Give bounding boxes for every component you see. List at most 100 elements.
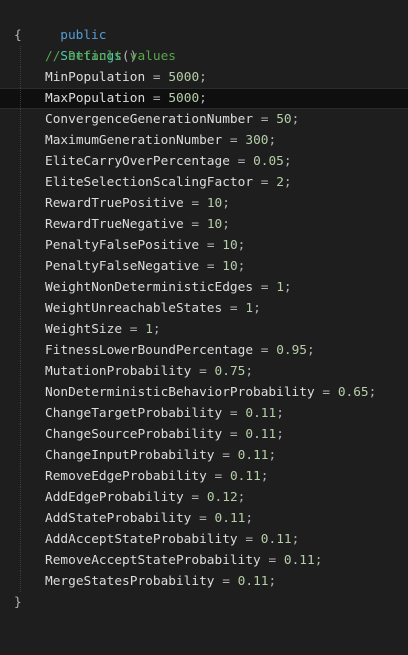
assignment-operator: = <box>322 385 331 400</box>
indent-guide <box>20 88 21 109</box>
code-line-assignment[interactable]: WeightNonDeterministicEdges = 1; <box>0 277 408 298</box>
setting-value: 10 <box>206 196 223 211</box>
indent-guide <box>20 319 21 340</box>
indent-guide <box>20 130 21 151</box>
indent-guide <box>20 361 21 382</box>
code-line-assignment[interactable]: PenaltyFalseNegative = 10; <box>0 256 408 277</box>
indent-guide <box>20 46 21 67</box>
setting-name: EliteCarryOverPercentage <box>45 154 230 169</box>
assignment-operator: = <box>268 553 277 568</box>
indent-guide <box>20 193 21 214</box>
code-line-assignment[interactable]: FitnessLowerBoundPercentage = 0.95; <box>0 340 408 361</box>
indent-guide <box>20 298 21 319</box>
setting-value: 1 <box>245 301 254 316</box>
statement-terminator: ; <box>199 70 207 85</box>
setting-name: MaxPopulation <box>45 91 146 106</box>
indent-guide <box>20 487 21 508</box>
code-editor[interactable]: public Settings() { // Default values Mi… <box>0 4 408 614</box>
assignment-operator: = <box>260 343 269 358</box>
code-line-assignment[interactable]: RemoveEdgeProbability = 0.11; <box>0 466 408 487</box>
indent-guide <box>20 151 21 172</box>
close-brace: } <box>14 595 22 610</box>
code-line-comment[interactable]: // Default values <box>0 46 408 67</box>
indent-guide <box>20 424 21 445</box>
code-line-assignment[interactable]: RewardTrueNegative = 10; <box>0 214 408 235</box>
assignment-operator: = <box>206 238 215 253</box>
assignment-operator: = <box>229 301 238 316</box>
statement-terminator: ; <box>276 427 284 442</box>
setting-name: WeightUnreachableStates <box>45 301 223 316</box>
setting-value: 5000 <box>168 70 200 85</box>
indent-guide <box>20 403 21 424</box>
statement-terminator: ; <box>260 469 269 484</box>
indent-guide <box>20 277 21 298</box>
code-line-assignment[interactable]: ConvergenceGenerationNumber = 50; <box>0 109 408 130</box>
setting-name: NonDeterministicBehaviorProbability <box>45 385 315 400</box>
setting-name: RewardTrueNegative <box>45 217 184 232</box>
indent-guide <box>20 340 21 361</box>
code-line-assignment[interactable]: RewardTruePositive = 10; <box>0 193 408 214</box>
setting-value: 10 <box>222 259 238 274</box>
code-line-assignment[interactable]: MaximumGenerationNumber = 300; <box>0 130 408 151</box>
code-line-assignment[interactable]: WeightUnreachableStates = 1; <box>0 298 408 319</box>
code-line-assignment[interactable]: EliteCarryOverPercentage = 0.05; <box>0 151 408 172</box>
code-line-assignment[interactable]: MergeStatesProbability = 0.11; <box>0 571 408 592</box>
code-line-signature[interactable]: public Settings() <box>0 4 408 64</box>
code-line-assignment[interactable]: AddAcceptStateProbability = 0.11; <box>0 529 408 550</box>
setting-name: AddAcceptStateProbability <box>45 532 238 547</box>
assignment-operator: = <box>199 511 207 526</box>
code-line-assignment[interactable]: MaxPopulation = 5000; <box>0 88 408 109</box>
code-line-assignment[interactable]: RemoveAcceptStateProbability = 0.11; <box>0 550 408 571</box>
code-line-assignment[interactable]: MutationProbability = 0.75; <box>0 361 408 382</box>
code-line-assignment[interactable]: ChangeSourceProbability = 0.11; <box>0 424 408 445</box>
setting-value: 2 <box>276 175 284 190</box>
code-line-assignment[interactable]: MinPopulation = 5000; <box>0 67 408 88</box>
code-line-assignment[interactable]: AddEdgeProbability = 0.12; <box>0 487 408 508</box>
code-line-close-brace[interactable]: } <box>0 592 408 613</box>
code-line-open-brace[interactable]: { <box>0 25 408 46</box>
setting-name: FitnessLowerBoundPercentage <box>45 343 254 358</box>
statement-terminator: ; <box>291 112 300 127</box>
setting-name: MinPopulation <box>45 70 146 85</box>
assignment-operator: = <box>206 259 215 274</box>
assignment-operator: = <box>152 70 161 85</box>
statement-terminator: ; <box>199 91 207 106</box>
code-line-assignment[interactable]: EliteSelectionScalingFactor = 2; <box>0 172 408 193</box>
setting-value: 300 <box>245 133 269 148</box>
setting-value: 5000 <box>168 91 200 106</box>
setting-name: ChangeTargetProbability <box>45 406 223 421</box>
indent-guide <box>20 445 21 466</box>
statement-terminator: ; <box>283 175 292 190</box>
setting-value: 0.11 <box>237 574 269 589</box>
code-line-assignment[interactable]: WeightSize = 1; <box>0 319 408 340</box>
assignment-operator: = <box>152 91 161 106</box>
assignment-operator: = <box>129 322 138 337</box>
setting-name: ChangeSourceProbability <box>45 427 223 442</box>
assignment-operator: = <box>229 133 238 148</box>
assignment-operator: = <box>222 574 230 589</box>
setting-value: 0.11 <box>283 553 315 568</box>
setting-value: 0.11 <box>229 469 261 484</box>
code-line-assignment[interactable]: PenaltyFalsePositive = 10; <box>0 235 408 256</box>
indent-guide <box>20 256 21 277</box>
assignment-operator: = <box>229 427 238 442</box>
code-line-assignment[interactable]: NonDeterministicBehaviorProbability = 0.… <box>0 382 408 403</box>
setting-value: 0.11 <box>214 511 246 526</box>
setting-value: 0.75 <box>214 364 246 379</box>
setting-name: MergeStatesProbability <box>45 574 215 589</box>
assignment-operator: = <box>260 280 269 295</box>
setting-value: 1 <box>276 280 284 295</box>
statement-terminator: ; <box>307 343 315 358</box>
setting-name: WeightSize <box>45 322 123 337</box>
statement-terminator: ; <box>253 301 261 316</box>
code-line-assignment[interactable]: AddStateProbability = 0.11; <box>0 508 408 529</box>
statement-terminator: ; <box>276 406 284 421</box>
code-line-assignment[interactable]: ChangeTargetProbability = 0.11; <box>0 403 408 424</box>
assignment-operator: = <box>260 175 269 190</box>
assignment-operator: = <box>222 448 230 463</box>
statement-terminator: ; <box>245 364 254 379</box>
code-line-assignment[interactable]: ChangeInputProbability = 0.11; <box>0 445 408 466</box>
statement-terminator: ; <box>237 490 246 505</box>
setting-value: 0.11 <box>245 406 277 421</box>
statement-terminator: ; <box>245 511 254 526</box>
